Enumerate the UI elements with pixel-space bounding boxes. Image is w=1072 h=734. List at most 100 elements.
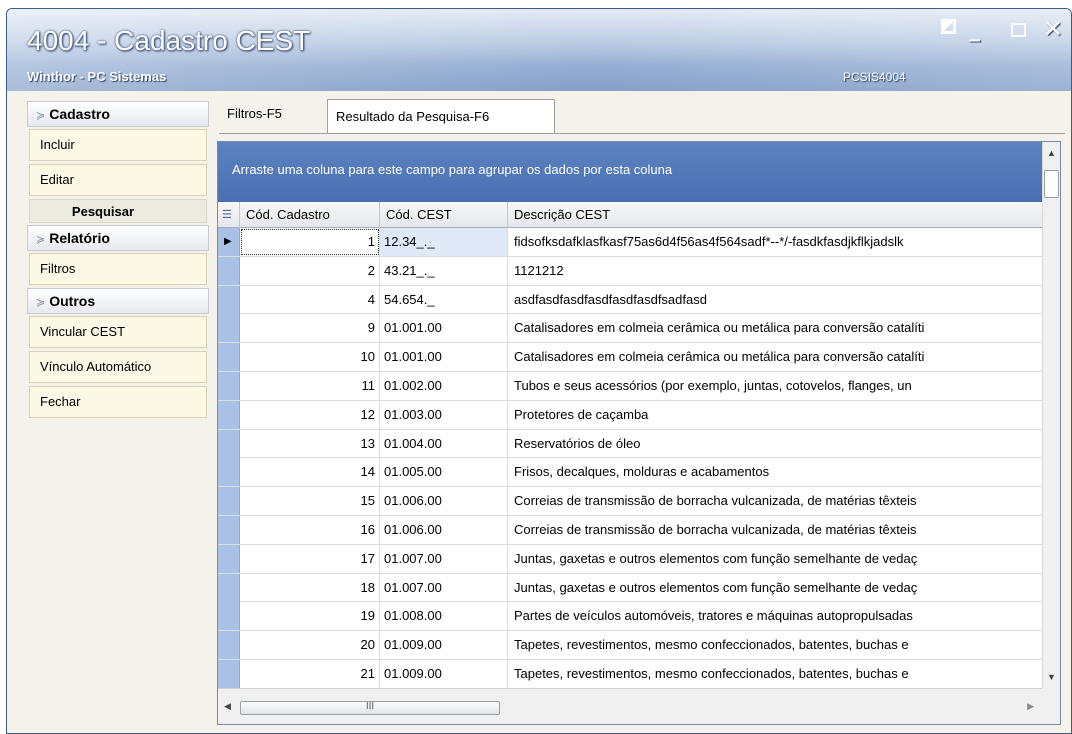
cell-cod-cest[interactable]: 12.34_._: [380, 228, 508, 256]
table-row[interactable]: 12 01.003.00 Protetores de caçamba: [218, 400, 1044, 430]
cell-cod-cadastro[interactable]: 19: [240, 602, 380, 631]
cell-cod-cadastro[interactable]: 2: [240, 256, 380, 285]
scroll-right-icon[interactable]: ▶: [1027, 701, 1034, 712]
group-by-panel[interactable]: Arraste uma coluna para este campo para …: [218, 142, 1044, 202]
cell-cod-cest[interactable]: 01.005.00: [380, 458, 508, 487]
row-indicator[interactable]: ▶: [218, 228, 240, 256]
cell-descricao-cest[interactable]: Tapetes, revestimentos, mesmo confeccion…: [508, 631, 1044, 659]
cell-cod-cest[interactable]: 54.654._: [380, 285, 508, 314]
table-row[interactable]: 14 01.005.00 Frisos, decalques, molduras e…: [218, 458, 1044, 488]
cell-descricao-cest[interactable]: Juntas, gaxetas e outros elementos com f…: [508, 545, 1044, 573]
cell-cod-cadastro[interactable]: 13: [240, 429, 380, 458]
close-button[interactable]: ✕: [1043, 15, 1063, 43]
cell-cod-cadastro[interactable]: 10: [240, 343, 380, 372]
table-row[interactable]: 13 01.004.00 Reservatórios de óleo: [218, 429, 1044, 459]
cell-cod-cadastro[interactable]: 14: [240, 458, 380, 487]
cell-cod-cadastro[interactable]: 9: [240, 314, 380, 343]
cell-descricao-cest[interactable]: Correias de transmissão de borracha vulc…: [508, 516, 1044, 544]
incluir-button[interactable]: Incluir: [29, 129, 207, 161]
cell-descricao-cest[interactable]: Catalisadores em colmeia cerâmica ou met…: [508, 314, 1044, 342]
table-row[interactable]: 17 01.007.00 Juntas, gaxetas e outros elem…: [218, 544, 1044, 574]
cell-cod-cest[interactable]: 01.007.00: [380, 544, 508, 573]
cell-descricao-cest[interactable]: 1121212: [508, 257, 1044, 285]
cell-descricao-cest[interactable]: Frisos, decalques, molduras e acabamento…: [508, 458, 1044, 486]
maximize-icon[interactable]: [1011, 23, 1026, 37]
scroll-down-icon[interactable]: ▼: [1047, 672, 1056, 682]
cell-descricao-cest[interactable]: Reservatórios de óleo: [508, 430, 1044, 458]
cell-cod-cest[interactable]: 01.002.00: [380, 371, 508, 400]
column-header-descricao-cest[interactable]: Descrição CEST: [508, 202, 1044, 228]
row-indicator[interactable]: [218, 659, 240, 688]
section-cadastro-header[interactable]: ≽ Cadastro: [27, 101, 209, 127]
row-indicator[interactable]: [218, 285, 240, 314]
cell-descricao-cest[interactable]: Partes de veículos automóveis, tratores …: [508, 602, 1044, 630]
cell-cod-cadastro[interactable]: 4: [240, 285, 380, 314]
cell-cod-cadastro[interactable]: 15: [240, 487, 380, 516]
row-indicator[interactable]: [218, 487, 240, 516]
row-indicator[interactable]: [218, 314, 240, 343]
row-indicator[interactable]: [218, 544, 240, 573]
section-relatorio-header[interactable]: ≽ Relatório: [27, 225, 209, 251]
table-row[interactable]: 10 01.001.00 Catalisadores em colmeia cerâ…: [218, 343, 1044, 372]
cell-cod-cadastro[interactable]: 21: [240, 659, 380, 688]
table-row[interactable]: ▶ 1 12.34_._ fidsofksdafklasfkasf75as6d4f56…: [218, 228, 1044, 257]
table-row[interactable]: 15 01.006.00 Correias de transmissão de bo…: [218, 487, 1044, 516]
table-row[interactable]: 19 01.008.00 Partes de veículos automóveis…: [218, 602, 1044, 632]
scroll-left-icon[interactable]: ◀: [224, 701, 231, 712]
vincular-cest-button[interactable]: Vincular CEST: [29, 316, 207, 348]
row-indicator[interactable]: [218, 515, 240, 544]
row-indicator[interactable]: [218, 400, 240, 429]
horizontal-scrollbar[interactable]: ◀ III ▶: [218, 688, 1044, 724]
column-header-cod-cest[interactable]: Cód. CEST: [380, 202, 508, 228]
cell-descricao-cest[interactable]: Correias de transmissão de borracha vulc…: [508, 487, 1044, 515]
cell-cod-cadastro[interactable]: 11: [240, 371, 380, 400]
cell-cod-cest[interactable]: 01.001.00: [380, 343, 508, 372]
restore-icon[interactable]: [941, 19, 956, 34]
fechar-button[interactable]: Fechar: [29, 386, 207, 418]
section-outros-header[interactable]: ≽ Outros: [27, 288, 209, 314]
row-indicator[interactable]: [218, 458, 240, 487]
cell-cod-cest[interactable]: 01.009.00: [380, 659, 508, 688]
row-indicator[interactable]: [218, 573, 240, 602]
editar-button[interactable]: Editar: [29, 164, 207, 196]
cell-cod-cest[interactable]: 01.001.00: [380, 314, 508, 343]
table-row[interactable]: 20 01.009.00 Tapetes, revestimentos, mesmo…: [218, 631, 1044, 660]
cell-cod-cadastro[interactable]: 12: [240, 400, 380, 429]
cell-cod-cadastro[interactable]: 18: [240, 573, 380, 602]
cell-cod-cest[interactable]: 43.21_._: [380, 256, 508, 285]
cell-cod-cest[interactable]: 01.007.00: [380, 573, 508, 602]
cell-cod-cest[interactable]: 01.004.00: [380, 429, 508, 458]
cell-descricao-cest[interactable]: asdfasdfasdfasdfasdfasdfsadfasd: [508, 286, 1044, 314]
table-row[interactable]: 11 01.002.00 Tubos e seus acessórios (por …: [218, 371, 1044, 401]
row-indicator[interactable]: [218, 602, 240, 631]
minimize-button[interactable]: _: [969, 17, 980, 42]
tab-filtros[interactable]: Filtros-F5: [219, 101, 319, 131]
cell-descricao-cest[interactable]: Protetores de caçamba: [508, 401, 1044, 429]
table-row[interactable]: 4 54.654._ asdfasdfasdfasdfasdfasdfsadfasd: [218, 285, 1044, 315]
table-row[interactable]: 2 43.21_._ 1121212: [218, 256, 1044, 286]
table-row[interactable]: 18 01.007.00 Juntas, gaxetas e outros elem…: [218, 573, 1044, 603]
cell-cod-cest[interactable]: 01.008.00: [380, 602, 508, 631]
vertical-scroll-thumb[interactable]: [1044, 170, 1059, 198]
tab-resultado-pesquisa[interactable]: Resultado da Pesquisa-F6: [327, 99, 555, 133]
row-indicator[interactable]: [218, 343, 240, 372]
pesquisar-button[interactable]: Pesquisar: [29, 199, 207, 223]
cell-descricao-cest[interactable]: Juntas, gaxetas e outros elementos com f…: [508, 574, 1044, 602]
cell-cod-cest[interactable]: 01.006.00: [380, 487, 508, 516]
cell-cod-cadastro[interactable]: 17: [240, 544, 380, 573]
cell-cod-cest[interactable]: 01.009.00: [380, 631, 508, 660]
cell-descricao-cest[interactable]: fidsofksdafklasfkasf75as6d4f56as4f564sad…: [508, 228, 1044, 256]
row-indicator[interactable]: [218, 371, 240, 400]
horizontal-scroll-thumb[interactable]: III: [240, 701, 500, 715]
cell-descricao-cest[interactable]: Catalisadores em colmeia cerâmica ou met…: [508, 343, 1044, 371]
cell-cod-cadastro[interactable]: 1: [240, 228, 380, 256]
vertical-scrollbar[interactable]: ▲ ▼: [1042, 142, 1060, 690]
column-chooser-icon[interactable]: ☰: [218, 202, 240, 228]
cell-cod-cest[interactable]: 01.003.00: [380, 400, 508, 429]
row-indicator[interactable]: [218, 429, 240, 458]
filtros-button[interactable]: Filtros: [29, 253, 207, 285]
row-indicator[interactable]: [218, 256, 240, 285]
cell-descricao-cest[interactable]: Tapetes, revestimentos, mesmo confeccion…: [508, 660, 1044, 688]
vinculo-automatico-button[interactable]: Vínculo Automático: [29, 351, 207, 383]
cell-cod-cest[interactable]: 01.006.00: [380, 515, 508, 544]
